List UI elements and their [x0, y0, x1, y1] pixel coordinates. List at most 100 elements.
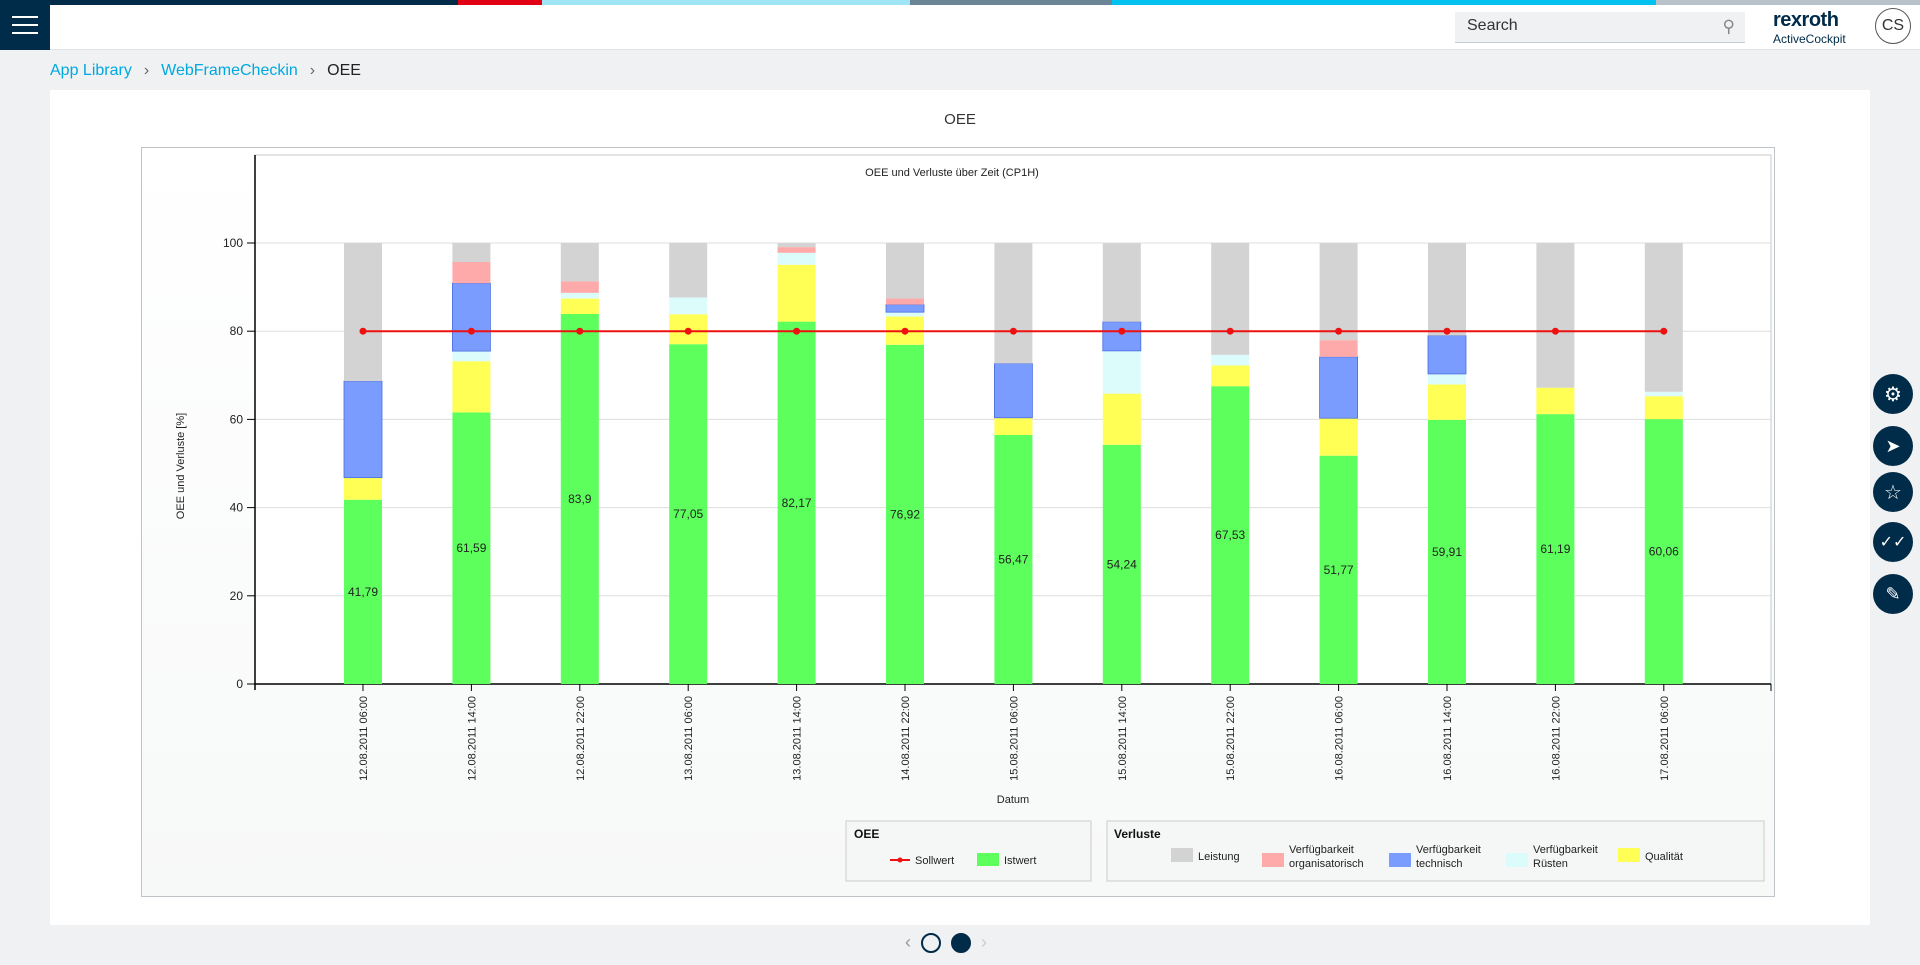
- favorite-button[interactable]: ☆: [1873, 472, 1913, 512]
- data-label: 82,17: [782, 496, 812, 510]
- legend-label: organisatorisch: [1289, 858, 1364, 870]
- bar-segment: [451, 282, 491, 352]
- x-tick-label: 13.08.2011 06:00: [683, 696, 695, 781]
- legend-swatch: [1506, 853, 1528, 867]
- data-label: 83,9: [568, 492, 592, 506]
- bar-segment: [1428, 384, 1466, 420]
- chevron-left-icon[interactable]: ‹: [905, 932, 911, 953]
- legend-label: Verfügbarkeit: [1533, 844, 1598, 856]
- bar-segment: [560, 281, 599, 293]
- bar-segment: [777, 252, 816, 265]
- search-input[interactable]: Search ⚲: [1455, 12, 1745, 43]
- bar-segment: [1319, 418, 1358, 456]
- x-tick-label: 15.08.2011 22:00: [1225, 696, 1237, 781]
- legend-istwert-swatch: [977, 853, 999, 866]
- x-tick-label: 12.08.2011 22:00: [575, 696, 587, 781]
- bar-segment: [777, 247, 816, 253]
- sollwert-point: [1009, 327, 1017, 335]
- bar-segment: [777, 264, 816, 322]
- y-axis-label: OEE und Verluste [%]: [175, 413, 187, 519]
- bar-segment: [994, 243, 1033, 364]
- x-tick-label: 14.08.2011 22:00: [900, 696, 912, 781]
- page-dot-2-active[interactable]: [951, 932, 971, 953]
- sollwert-point: [1118, 327, 1126, 335]
- search-icon[interactable]: ⚲: [1723, 17, 1735, 37]
- bar-segment: [1319, 340, 1358, 357]
- breadcrumb-webframecheckin[interactable]: WebFrameCheckin: [161, 62, 298, 80]
- sollwert-point: [1660, 327, 1668, 335]
- x-tick-label: 15.08.2011 14:00: [1117, 696, 1129, 781]
- bar-segment: [1102, 350, 1141, 394]
- edit-document-icon: ✎: [1885, 583, 1901, 604]
- page-dot-1[interactable]: [921, 932, 941, 953]
- x-tick-label: 12.08.2011 06:00: [358, 696, 370, 781]
- bar-segment: [560, 298, 599, 315]
- bar-segment: [1102, 243, 1141, 322]
- bar-segment: [560, 292, 599, 299]
- bar-segment: [994, 363, 1033, 419]
- x-tick-label: 16.08.2011 06:00: [1334, 696, 1346, 781]
- y-tick-label: 20: [230, 589, 244, 603]
- legend-label: Istwert: [1004, 855, 1036, 867]
- bar-segment: [344, 243, 382, 382]
- bar-segment: [1211, 242, 1250, 355]
- bar-segment: [1428, 373, 1466, 385]
- data-label: 60,06: [1649, 545, 1679, 559]
- legend-oee-box: [845, 820, 1092, 882]
- breadcrumb-current: OEE: [327, 62, 361, 79]
- data-label: 54,24: [1107, 557, 1137, 571]
- legend-label: Leistung: [1198, 851, 1240, 863]
- card-title: OEE: [944, 111, 976, 128]
- bar-segment: [886, 242, 924, 299]
- chart-frame: 0 20 40 60 80 100 OEE und Verluste über Zeit (…: [141, 147, 1775, 897]
- product-name: ActiveCockpit: [1773, 32, 1846, 46]
- chevron-right-icon: ›: [309, 62, 316, 79]
- data-label: 61,19: [1540, 542, 1570, 556]
- bar-segment: [1211, 354, 1250, 366]
- bar-segment: [1319, 243, 1358, 341]
- legend-swatch: [1618, 848, 1640, 862]
- bar-segment: [669, 242, 708, 298]
- sollwert-point: [793, 327, 801, 335]
- data-label: 61,59: [456, 541, 486, 555]
- bar-segment: [1428, 242, 1466, 336]
- send-button[interactable]: ➤: [1873, 426, 1913, 466]
- avatar[interactable]: CS: [1875, 8, 1911, 44]
- legend-label: Sollwert: [915, 855, 954, 867]
- star-icon: ☆: [1884, 481, 1902, 504]
- stripe-segment: [0, 0, 458, 5]
- legend-swatch: [1171, 848, 1193, 862]
- stripe-segment: [458, 0, 542, 5]
- edit-button[interactable]: ✎: [1873, 574, 1913, 614]
- check-button[interactable]: ✓✓: [1873, 522, 1913, 562]
- bar-segment: [1644, 391, 1683, 397]
- bar-segment: [1211, 365, 1250, 387]
- breadcrumb-app-library[interactable]: App Library: [50, 62, 132, 80]
- legend-oee-title: OEE: [854, 827, 879, 841]
- stripe-segment: [910, 0, 1112, 5]
- chart-title: OEE und Verluste über Zeit (CP1H): [865, 167, 1039, 179]
- hamburger-menu-button[interactable]: [0, 0, 50, 50]
- legend-swatch: [1389, 853, 1411, 867]
- legend-sollwert-icon: [897, 857, 903, 863]
- sollwert-point: [467, 327, 475, 335]
- breadcrumb: App Library › WebFrameCheckin › OEE: [50, 62, 361, 80]
- chevron-right-icon: ›: [143, 62, 150, 79]
- sollwert-point: [1226, 327, 1234, 335]
- legend-label: Rüsten: [1533, 858, 1568, 870]
- bar-segment: [994, 417, 1033, 435]
- chevron-right-icon[interactable]: ›: [981, 932, 987, 953]
- stripe-segment: [1112, 0, 1656, 5]
- bar-segment: [1536, 387, 1575, 415]
- legend-swatch: [1262, 853, 1284, 867]
- settings-button[interactable]: ⚙: [1873, 374, 1913, 414]
- data-label: 59,91: [1432, 545, 1462, 559]
- search-placeholder: Search: [1467, 17, 1518, 34]
- pagination: ‹ ›: [905, 932, 987, 953]
- data-label: 67,53: [1215, 528, 1245, 542]
- data-label: 76,92: [890, 507, 920, 521]
- y-tick-label: 0: [236, 677, 243, 691]
- sollwert-point: [901, 327, 909, 335]
- logo: rexroth ActiveCockpit: [1773, 10, 1846, 45]
- legend-verluste-title: Verluste: [1114, 827, 1161, 841]
